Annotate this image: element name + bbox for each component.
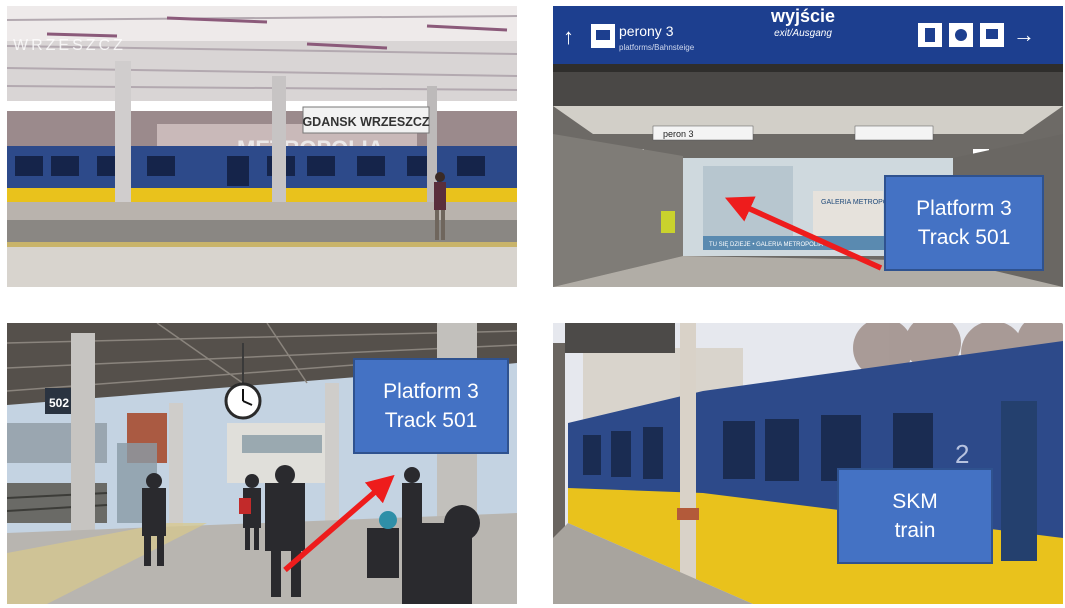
small-platform-sign: peron 3: [663, 129, 694, 139]
arrow-up-icon: ↑: [563, 24, 574, 49]
station-sign-text: GDANSK WRZESZCZ: [302, 115, 429, 129]
callout-line-2: Track 501: [917, 226, 1011, 249]
overhead-exit-label: wyjście: [770, 6, 835, 26]
photo-platform-station-sign: WRZESZCZ METROPOLIA GDANSK WRZESZCZ: [7, 6, 517, 287]
track-sign-number: 502: [49, 396, 69, 410]
callout-line-1: Platform 3: [383, 380, 479, 403]
callout-line-1: SKM: [892, 490, 938, 513]
faded-station-sign: WRZESZCZ: [13, 37, 126, 54]
callout-platform-track: Platform 3 Track 501: [353, 358, 509, 454]
overhead-platforms-label: perony 3: [619, 23, 674, 39]
callout-line-2: Track 501: [384, 409, 478, 432]
callout-line-2: train: [894, 519, 936, 542]
overhead-exit-sub: exit/Ausgang: [774, 28, 832, 39]
callout-platform-track: Platform 3 Track 501: [884, 175, 1044, 271]
car-number: 2: [955, 439, 969, 469]
arrow-right-icon: →: [1013, 22, 1035, 47]
photo-platform-clock: 502 Platform 3 Track 501: [7, 323, 517, 604]
callout-skm-train: SKM train: [837, 468, 993, 564]
platform-scene: WRZESZCZ METROPOLIA GDANSK WRZESZCZ: [7, 6, 517, 287]
overhead-platforms-sub: platforms/Bahnsteige: [619, 43, 695, 52]
photo-skm-train: 2 SKM train: [553, 323, 1063, 604]
ad-bottom-text: TU SIĘ DZIEJE • GALERIA METROPOLIA: [709, 242, 823, 248]
callout-line-1: Platform 3: [916, 197, 1012, 220]
photo-underpass: ↑ perony 3 platforms/Bahnsteige wyjście …: [553, 6, 1063, 287]
